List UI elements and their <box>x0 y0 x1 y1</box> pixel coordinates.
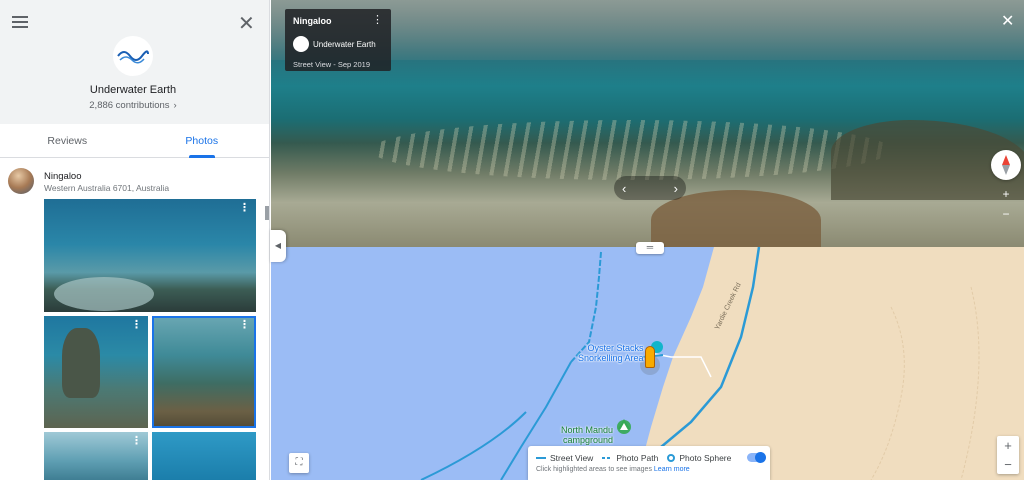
more-options-icon[interactable]: ⋮ <box>131 320 142 331</box>
tab-reviews[interactable]: Reviews <box>0 124 135 157</box>
scrollbar-thumb[interactable] <box>265 206 269 220</box>
side-panel: ✕ Underwater Earth 2,886 contributions › … <box>0 0 270 480</box>
street-view-zoom: + − <box>996 184 1016 224</box>
poi-label-line: Oyster Stacks <box>587 343 644 353</box>
close-street-view-icon[interactable]: ✕ <box>1001 14 1014 30</box>
learn-more-link[interactable]: Learn more <box>654 466 690 473</box>
poi-label[interactable]: Oyster Stacks Snorkelling Area <box>578 343 644 363</box>
poi-label-line: Snorkelling Area <box>578 353 644 363</box>
legend-items: Street View Photo Path Photo Sphere <box>536 453 731 463</box>
zoom-in-icon[interactable]: + <box>996 184 1016 204</box>
photo-thumbnail[interactable]: ⋮ <box>44 432 148 480</box>
menu-icon[interactable] <box>12 16 28 30</box>
coverage-legend: Street View Photo Path Photo Sphere Clic… <box>528 446 770 480</box>
zoom-out-icon[interactable]: − <box>996 204 1016 224</box>
legend-label: Street View <box>550 453 594 463</box>
street-view-line-icon <box>536 457 546 459</box>
collapse-panel-icon[interactable]: ◀ <box>270 230 286 262</box>
more-options-icon[interactable]: ⋮ <box>239 320 250 331</box>
photo-thumbnail[interactable] <box>152 432 256 480</box>
photo-content <box>62 328 100 398</box>
split-handle-icon[interactable]: ═ <box>636 242 664 254</box>
info-date: Street View - Sep 2019 <box>293 60 370 69</box>
fish-school <box>371 120 891 180</box>
contributions-link[interactable]: 2,886 contributions › <box>0 100 266 111</box>
legend-note: Click highlighted areas to see images Le… <box>536 466 690 473</box>
place-name: Ningaloo <box>44 171 82 182</box>
info-author[interactable]: Underwater Earth <box>313 40 376 49</box>
contributions-count: 2,886 contributions <box>89 100 170 111</box>
photo-thumbnail[interactable]: ⋮ <box>44 199 256 312</box>
legend-photo-path: Photo Path <box>602 453 658 463</box>
author-avatar <box>293 36 309 52</box>
profile-avatar <box>113 36 153 76</box>
poi-label-line: campground <box>562 435 614 445</box>
more-options-icon[interactable]: ⋮ <box>239 203 250 214</box>
more-options-icon[interactable]: ⋮ <box>131 436 142 447</box>
tab-bar: Reviews Photos <box>0 124 269 158</box>
legend-street-view: Street View <box>536 453 593 463</box>
legend-label: Photo Sphere <box>679 453 732 463</box>
compass-icon[interactable] <box>991 150 1021 180</box>
profile-header: ✕ Underwater Earth 2,886 contributions › <box>0 0 269 124</box>
legend-note-text: Click highlighted areas to see images <box>536 466 652 473</box>
street-view-line <box>420 411 527 480</box>
legend-photo-sphere: Photo Sphere <box>667 453 731 463</box>
fullscreen-icon[interactable]: ⛶ <box>289 453 309 473</box>
info-title: Ningaloo <box>293 16 332 26</box>
photo-path-line-icon <box>602 457 613 459</box>
tab-photos[interactable]: Photos <box>135 124 270 158</box>
underwater-earth-logo <box>117 50 149 64</box>
poi-label[interactable]: North Mandu campground <box>561 425 613 445</box>
map-zoom-control: + − <box>997 436 1019 474</box>
zoom-out-icon[interactable]: − <box>997 455 1019 474</box>
photo-thumbnail-selected[interactable]: ⋮ <box>152 316 256 428</box>
more-options-icon[interactable]: ⋮ <box>372 15 383 26</box>
photo-content <box>54 277 154 311</box>
chevron-left-icon[interactable]: ‹ <box>622 181 626 196</box>
pano-navigation: ‹ › <box>614 176 686 200</box>
legend-label: Photo Path <box>616 453 659 463</box>
close-icon[interactable]: ✕ <box>238 14 255 34</box>
profile-name: Underwater Earth <box>89 84 177 96</box>
toggle-knob <box>755 452 766 463</box>
zoom-in-icon[interactable]: + <box>997 436 1019 455</box>
photo-sphere-ring-icon <box>667 454 676 462</box>
poi-label-line: North Mandu <box>561 425 614 435</box>
chevron-right-icon[interactable]: › <box>674 181 678 196</box>
chevron-right-icon: › <box>173 100 177 111</box>
place-address: Western Australia 6701, Australia <box>44 183 170 193</box>
place-thumbnail <box>8 168 34 194</box>
photo-thumbnail[interactable]: ⋮ <box>44 316 148 428</box>
pegman-icon[interactable] <box>645 346 655 368</box>
street-view-info-card: Ningaloo ⋮ Underwater Earth Street View … <box>285 9 391 71</box>
coverage-toggle[interactable] <box>747 452 766 463</box>
